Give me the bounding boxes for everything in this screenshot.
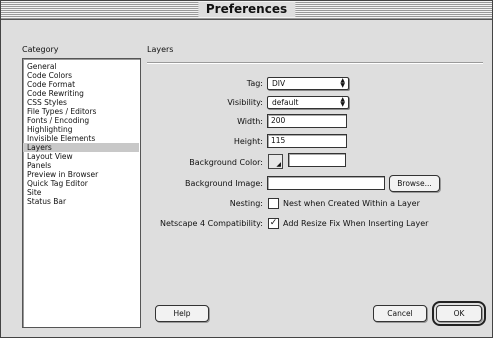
panel-divider (147, 62, 483, 64)
tag-value: DIV (272, 79, 286, 88)
width-field[interactable]: 200 (267, 114, 347, 128)
color-picker-swatch[interactable]: ◢ (268, 154, 283, 169)
background-image-label: Background Image: (184, 179, 263, 188)
checkmark-icon: ✓ (269, 218, 278, 228)
background-image-field[interactable] (267, 176, 385, 190)
visibility-popup[interactable]: default ▲ ▼ (267, 96, 349, 109)
preferences-window: Preferences Category Layers General Code… (0, 0, 493, 338)
height-field[interactable]: 115 (267, 134, 347, 148)
netscape-compat-checkbox[interactable]: ✓ (268, 218, 279, 229)
window-title: Preferences (197, 2, 296, 17)
category-header: Category (22, 45, 59, 54)
nesting-checkbox-label: Nest when Created Within a Layer (283, 199, 420, 208)
visibility-label: Visibility: (227, 98, 263, 107)
category-item-file-types[interactable]: File Types / Editors (23, 107, 139, 116)
up-down-arrows-icon: ▲ ▼ (340, 96, 345, 108)
help-button[interactable]: Help (155, 305, 209, 322)
nesting-checkbox[interactable] (268, 198, 279, 209)
background-color-field[interactable] (288, 153, 346, 167)
cancel-button[interactable]: Cancel (373, 305, 427, 322)
color-picker-icon: ◢ (276, 161, 281, 168)
width-label: Width: (237, 117, 263, 126)
up-down-arrows-icon: ▲ ▼ (340, 77, 345, 89)
netscape-compat-checkbox-label: Add Resize Fix When Inserting Layer (283, 219, 429, 228)
netscape-compat-label: Netscape 4 Compatibility: (159, 219, 263, 228)
height-label: Height: (233, 137, 263, 146)
panel-title: Layers (147, 45, 174, 54)
visibility-value: default (272, 98, 299, 107)
nesting-label: Nesting: (229, 199, 263, 208)
category-item-code-rewriting[interactable]: Code Rewriting (23, 89, 139, 98)
category-item-general[interactable]: General (23, 62, 139, 71)
background-color-label: Background Color: (189, 158, 263, 167)
category-item-preview-in-browser[interactable]: Preview in Browser (23, 170, 139, 179)
category-item-site[interactable]: Site (23, 188, 139, 197)
browse-button[interactable]: Browse... (389, 175, 440, 192)
title-bar[interactable]: Preferences (1, 1, 492, 20)
tag-label: Tag: (246, 79, 263, 88)
tag-popup[interactable]: DIV ▲ ▼ (267, 77, 349, 90)
ok-button[interactable]: OK (432, 301, 486, 326)
